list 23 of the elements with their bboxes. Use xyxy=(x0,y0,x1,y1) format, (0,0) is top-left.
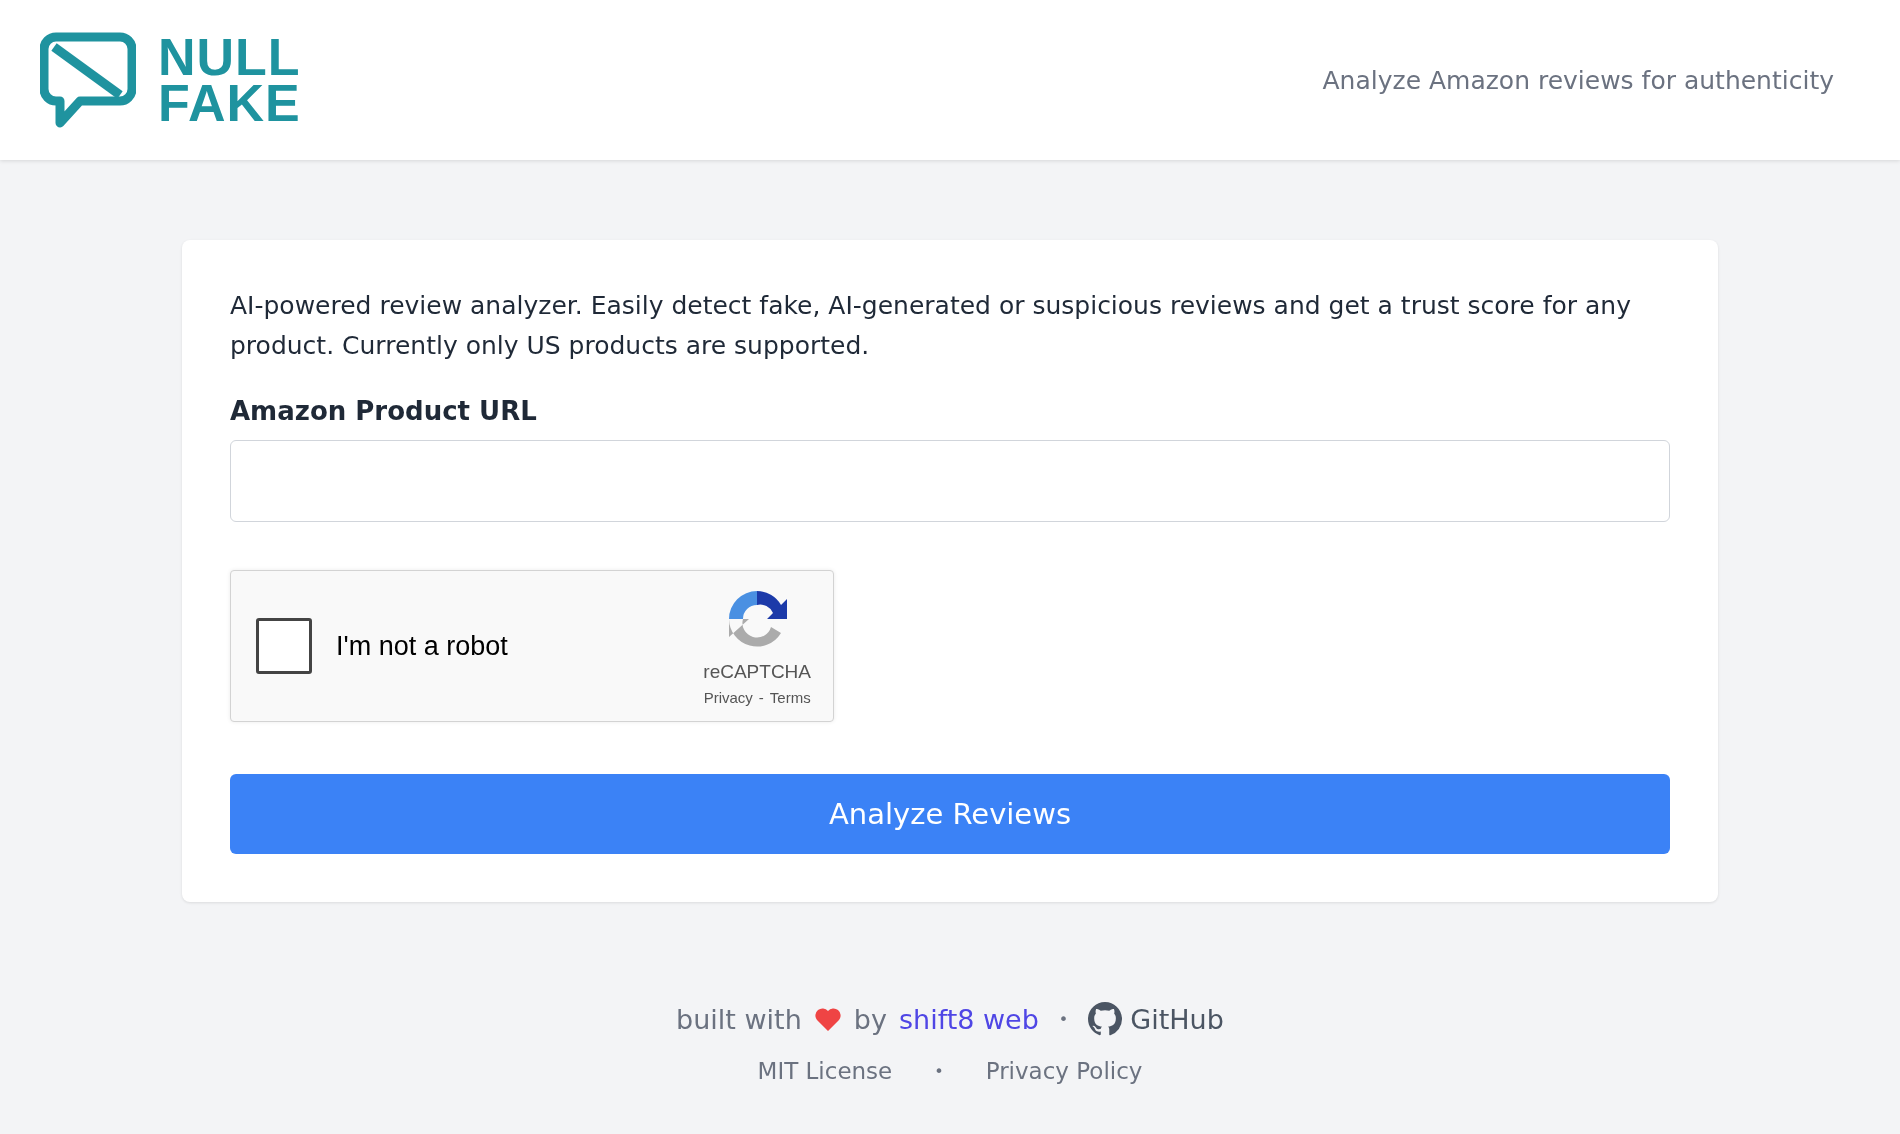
github-link[interactable]: GitHub xyxy=(1130,1003,1224,1035)
analyze-button[interactable]: Analyze Reviews xyxy=(230,774,1670,854)
description-text: AI-powered review analyzer. Easily detect fake, AI-generated or suspicious reviews and get a trust score for any product. Currently only US products are supported. xyxy=(230,290,1632,362)
github-icon xyxy=(1088,1002,1123,1036)
field-label: Amazon Product URL xyxy=(230,396,538,426)
speech-bubble-icon xyxy=(40,31,136,129)
tagline: Analyze Amazon reviews for authenticity xyxy=(1322,65,1834,95)
separator-dot: • xyxy=(1058,1009,1069,1029)
terms-link[interactable]: Terms xyxy=(769,688,811,706)
privacy-link[interactable]: Privacy xyxy=(703,688,753,706)
brand-text: reCAPTCHA xyxy=(703,660,811,683)
footer-link[interactable]: MIT License xyxy=(757,1058,893,1084)
author-link[interactable]: shift8 web xyxy=(898,1003,1039,1035)
logo-text: NULL FAKE xyxy=(158,34,301,126)
checkbox-label: I'm not a robot xyxy=(336,630,509,662)
heart-icon xyxy=(813,1006,842,1032)
checkbox[interactable] xyxy=(256,618,312,674)
url-input-field[interactable] xyxy=(230,440,1670,522)
separator-dot: • xyxy=(934,1061,944,1081)
footer-link[interactable]: Privacy Policy xyxy=(985,1058,1143,1084)
credit-text: by xyxy=(853,1003,887,1035)
credit-text: built with xyxy=(676,1003,802,1035)
dash-separator: - xyxy=(758,688,764,706)
